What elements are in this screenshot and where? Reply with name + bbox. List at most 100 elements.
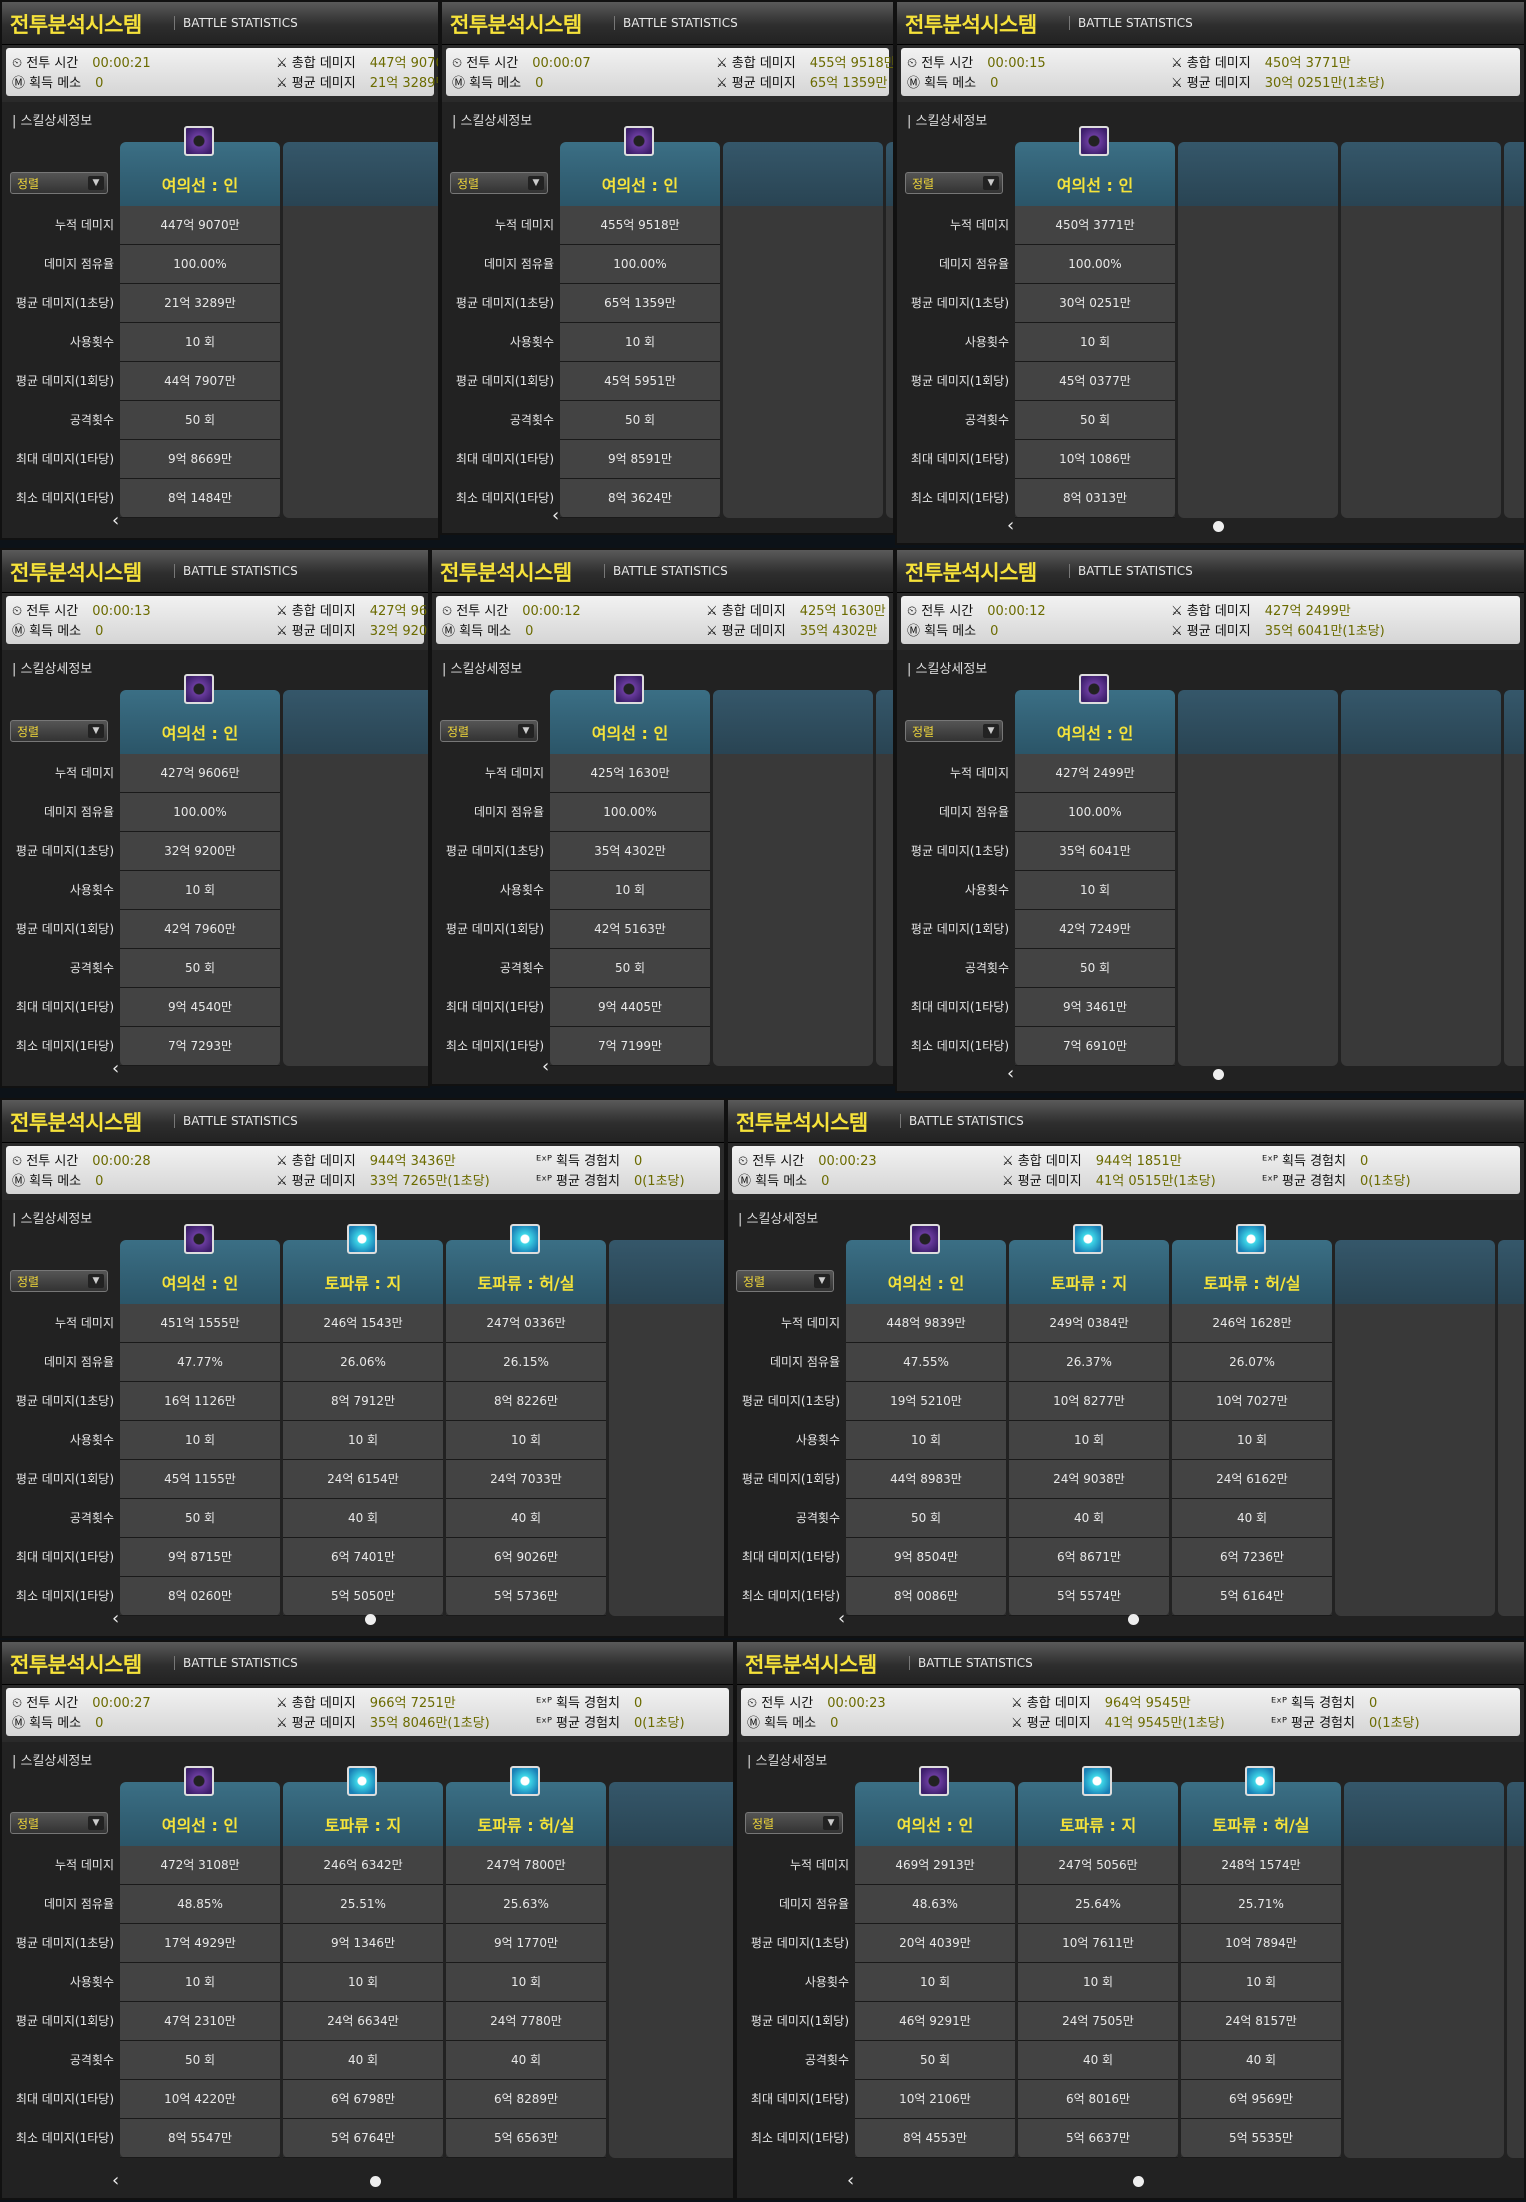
- window-title: 전투분석시스템: [440, 561, 572, 585]
- stat-label: 평균 데미지(1회당): [910, 922, 1009, 936]
- sword-icon: ⚔: [1011, 1716, 1027, 1731]
- skill-name: 여의선 : 인: [896, 1816, 974, 1835]
- stat-row: 최소 데미지(1타당) 8억 4553만 5억 6637만 5억 5535만: [737, 2119, 1524, 2158]
- skill-column-header: 여의선 : 인: [120, 1766, 280, 1846]
- skill-icon: [510, 1766, 540, 1796]
- stat-value: 247억 0336만: [446, 1304, 606, 1343]
- battle-time-label: 전투 시간: [26, 604, 79, 619]
- clock-icon: ⏲: [12, 604, 27, 619]
- avg-damage-label: 평균 데미지: [731, 76, 796, 91]
- stat-value: 9억 1770만: [446, 1924, 606, 1963]
- stat-value: 10 회: [1172, 1421, 1332, 1460]
- section-label: | 스킬상세정보: [12, 114, 93, 129]
- skill-detail-area: | 스킬상세정보 정렬 ▼ 여의선 : 인 누적 데미지 425억 1630만 데미지 점유…: [432, 650, 893, 1084]
- chevron-down-icon[interactable]: ▼: [814, 1274, 830, 1288]
- skill-name: 토파류 : 지: [1050, 1274, 1128, 1293]
- page-indicator-dot[interactable]: [369, 2176, 381, 2187]
- page-indicator-dot[interactable]: [365, 1614, 376, 1625]
- stat-label: 사용횟수: [964, 883, 1009, 897]
- prev-page-icon[interactable]: ‹: [112, 1060, 119, 1078]
- chevron-down-icon[interactable]: ▼: [518, 724, 534, 738]
- sort-dropdown[interactable]: 정렬 ▼: [736, 1270, 834, 1292]
- stat-value: 246억 1628만: [1172, 1304, 1332, 1343]
- stat-row: 최소 데미지(1타당) 8억 0260만 5억 5050만 5억 5736만: [2, 1577, 724, 1616]
- prev-page-icon[interactable]: ‹: [542, 1058, 549, 1076]
- stat-row: 최대 데미지(1타당) 9억 4540만: [2, 988, 428, 1027]
- stat-value: 50 회: [120, 949, 280, 988]
- stat-value: 6억 6798만: [283, 2080, 443, 2119]
- prev-page-icon[interactable]: ‹: [838, 1610, 845, 1628]
- skill-name: 여의선 : 인: [887, 1274, 965, 1293]
- sort-dropdown[interactable]: 정렬 ▼: [450, 172, 548, 194]
- chevron-down-icon[interactable]: ▼: [88, 176, 104, 190]
- total-damage-value: 944억 3436만: [369, 1154, 456, 1169]
- avg-damage-value: 33억 7265만(1초당): [369, 1174, 490, 1189]
- stat-row: 평균 데미지(1초당) 32억 9200만: [2, 832, 428, 871]
- stat-value: 24억 6634만: [283, 2002, 443, 2041]
- stat-row: 평균 데미지(1회당) 45억 0377만: [897, 362, 1524, 401]
- sort-dropdown[interactable]: 정렬 ▼: [10, 720, 108, 742]
- chevron-down-icon[interactable]: ▼: [983, 176, 999, 190]
- sort-dropdown[interactable]: 정렬 ▼: [745, 1812, 843, 1834]
- sort-dropdown[interactable]: 정렬 ▼: [10, 1270, 108, 1292]
- stat-value: 6억 7236만: [1172, 1538, 1332, 1577]
- chevron-down-icon[interactable]: ▼: [88, 1274, 104, 1288]
- stat-value: 24억 6154만: [283, 1460, 443, 1499]
- page-indicator-dot[interactable]: [1128, 1614, 1139, 1625]
- battle-stats-window: 전투분석시스템 BATTLE STATISTICS ⏲ 전투 시간 00:00:21 Ⓜ…: [0, 0, 440, 540]
- page-indicator-dot[interactable]: [1212, 521, 1224, 532]
- chevron-down-icon[interactable]: ▼: [88, 1816, 104, 1830]
- prev-page-icon[interactable]: ‹: [112, 2172, 119, 2190]
- prev-page-icon[interactable]: ‹: [1007, 1065, 1014, 1083]
- stat-value: 10억 7027만: [1172, 1382, 1332, 1421]
- stat-label: 공격횟수: [964, 961, 1009, 975]
- battle-time-label: 전투 시간: [752, 1154, 805, 1169]
- summary-bar: ⏲ 전투 시간 00:00:15 Ⓜ 획득 메소 0 ⚔ 총합 데미지 450억 3771…: [901, 48, 1520, 96]
- stat-value: 17억 4929만: [120, 1924, 280, 1963]
- sword-icon: ⚔: [276, 1716, 292, 1731]
- stat-value: 9억 3461만: [1015, 988, 1175, 1027]
- stat-value: 9억 4540만: [120, 988, 280, 1027]
- sort-dropdown[interactable]: 정렬 ▼: [905, 172, 1003, 194]
- stat-row: 누적 데미지 427억 2499만: [897, 754, 1524, 793]
- battle-time: ⏲ 전투 시간 00:00:13: [12, 600, 151, 619]
- avg-damage: ⚔ 평균 데미지 35억 6041만(1초당): [1171, 620, 1385, 639]
- stat-value: 19억 5210만: [846, 1382, 1006, 1421]
- prev-page-icon[interactable]: ‹: [552, 507, 559, 525]
- meso-label: 획득 메소: [924, 76, 977, 91]
- stat-value: 450억 3771만: [1015, 206, 1175, 245]
- total-damage-value: 944억 1851만: [1095, 1154, 1182, 1169]
- empty-column: [1335, 1240, 1495, 1304]
- section-label: | 스킬상세정보: [12, 662, 93, 677]
- prev-page-icon[interactable]: ‹: [1007, 517, 1014, 535]
- page-indicator-dot[interactable]: [1132, 2176, 1144, 2187]
- prev-page-icon[interactable]: ‹: [112, 1610, 119, 1628]
- sort-dropdown[interactable]: 정렬 ▼: [10, 1812, 108, 1834]
- sort-dropdown[interactable]: 정렬 ▼: [440, 720, 538, 742]
- exp-gain-label: 획득 경험치: [1282, 1154, 1346, 1169]
- exp-gain: ᴱˣᴾ 획득 경험치 0: [536, 1150, 642, 1169]
- chevron-down-icon[interactable]: ▼: [88, 724, 104, 738]
- chevron-down-icon[interactable]: ▼: [983, 724, 999, 738]
- stat-row: 평균 데미지(1회당) 44억 7907만: [2, 362, 438, 401]
- prev-page-icon[interactable]: ‹: [847, 2172, 854, 2190]
- stat-row: 최대 데미지(1타당) 9억 8715만 6억 7401만 6억 9026만: [2, 1538, 724, 1577]
- avg-damage: ⚔ 평균 데미지 35억 8046만(1초당): [276, 1712, 490, 1731]
- stat-value: 5억 5535만: [1181, 2119, 1341, 2158]
- sort-dropdown[interactable]: 정렬 ▼: [10, 172, 108, 194]
- stat-row: 최대 데미지(1타당) 9억 8669만: [2, 440, 438, 479]
- sort-dropdown[interactable]: 정렬 ▼: [905, 720, 1003, 742]
- page-indicator-dot[interactable]: [1212, 1069, 1224, 1080]
- total-damage: ⚔ 총합 데미지 966억 7251만: [276, 1692, 456, 1711]
- skill-column-header: 토파류 : 지: [283, 1766, 443, 1846]
- stat-value: 35억 4302만: [550, 832, 710, 871]
- chevron-down-icon[interactable]: ▼: [528, 176, 544, 190]
- prev-page-icon[interactable]: ‹: [112, 512, 119, 530]
- avg-damage-label: 평균 데미지: [291, 624, 356, 639]
- stat-label: 평균 데미지(1초당): [15, 296, 114, 310]
- stat-label: 누적 데미지: [54, 218, 114, 232]
- stat-label: 최소 데미지(1타당): [750, 2131, 849, 2145]
- stat-label: 공격횟수: [509, 413, 554, 427]
- stat-row: 평균 데미지(1초당) 16억 1126만 8억 7912만 8억 8226만: [2, 1382, 724, 1421]
- chevron-down-icon[interactable]: ▼: [823, 1816, 839, 1830]
